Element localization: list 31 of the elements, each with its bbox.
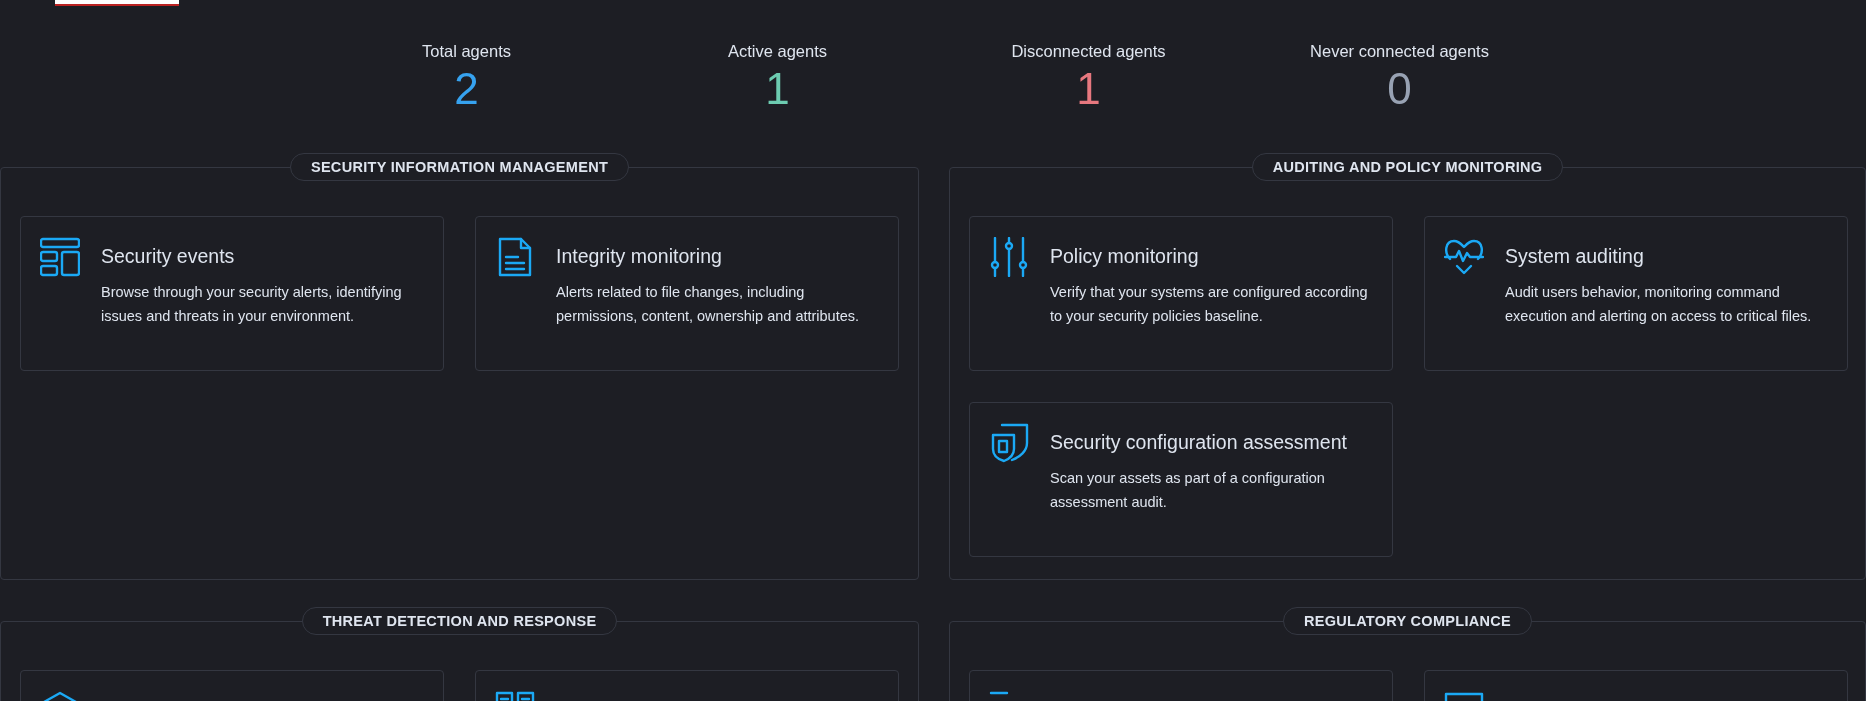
stat-value[interactable]: 2	[454, 63, 479, 115]
module-card[interactable]: Policy monitoring Verify that your systems are configured according to your security policies baseline.	[969, 216, 1393, 371]
module-card[interactable]: Integrity monitoring Alerts related to file changes, including permissions, content, ownership and attributes.	[475, 216, 899, 371]
section-title: AUDITING AND POLICY MONITORING	[1251, 153, 1564, 181]
module-card[interactable]: System auditing Audit users behavior, monitoring command execution and alerting on access to critical files.	[1424, 216, 1848, 371]
card-description: Scan your assets as part of a configuration assessment audit.	[1050, 469, 1326, 512]
stat-label: Total agents	[422, 42, 511, 61]
card-description: Browse through your security alerts, identifying issues and threats in your environment.	[101, 283, 403, 326]
layout-icon	[40, 237, 80, 277]
card-description: Verify that your systems are configured according to your security policies baseline.	[1050, 283, 1369, 326]
section-title: SECURITY INFORMATION MANAGEMENT	[289, 153, 630, 181]
heartbeat-icon	[1444, 237, 1484, 277]
stat-label: Never connected agents	[1310, 42, 1489, 61]
sliders-icon	[989, 237, 1029, 277]
card-description: Alerts related to file changes, including permissions, content, ownership and attributes.	[556, 283, 861, 326]
shield-icon	[989, 423, 1029, 463]
card-title: Security configuration assessment	[1050, 431, 1348, 454]
card-title: Policy monitoring	[1050, 245, 1200, 268]
section-title: THREAT DETECTION AND RESPONSE	[301, 607, 618, 635]
stat-value[interactable]: 1	[1076, 63, 1101, 115]
stat-value[interactable]: 0	[1387, 63, 1412, 115]
stat-label: Active agents	[727, 42, 828, 61]
stat-label: Disconnected agents	[1011, 42, 1166, 61]
module-card[interactable]: Security configuration assessment Scan your assets as part of a configuration assessment audit.	[969, 402, 1393, 557]
card-title: System auditing	[1505, 245, 1645, 268]
stat-value[interactable]: 1	[765, 63, 790, 115]
module-card[interactable]: Security events Browse through your security alerts, identifying issues and threats in your environment.	[20, 216, 444, 371]
card-title: Security events	[101, 245, 236, 268]
card-title: Integrity monitoring	[556, 245, 723, 268]
card-description: Audit users behavior, monitoring command execution and alerting on access to critical files.	[1505, 283, 1813, 326]
section-title: REGULATORY COMPLIANCE	[1282, 607, 1533, 635]
